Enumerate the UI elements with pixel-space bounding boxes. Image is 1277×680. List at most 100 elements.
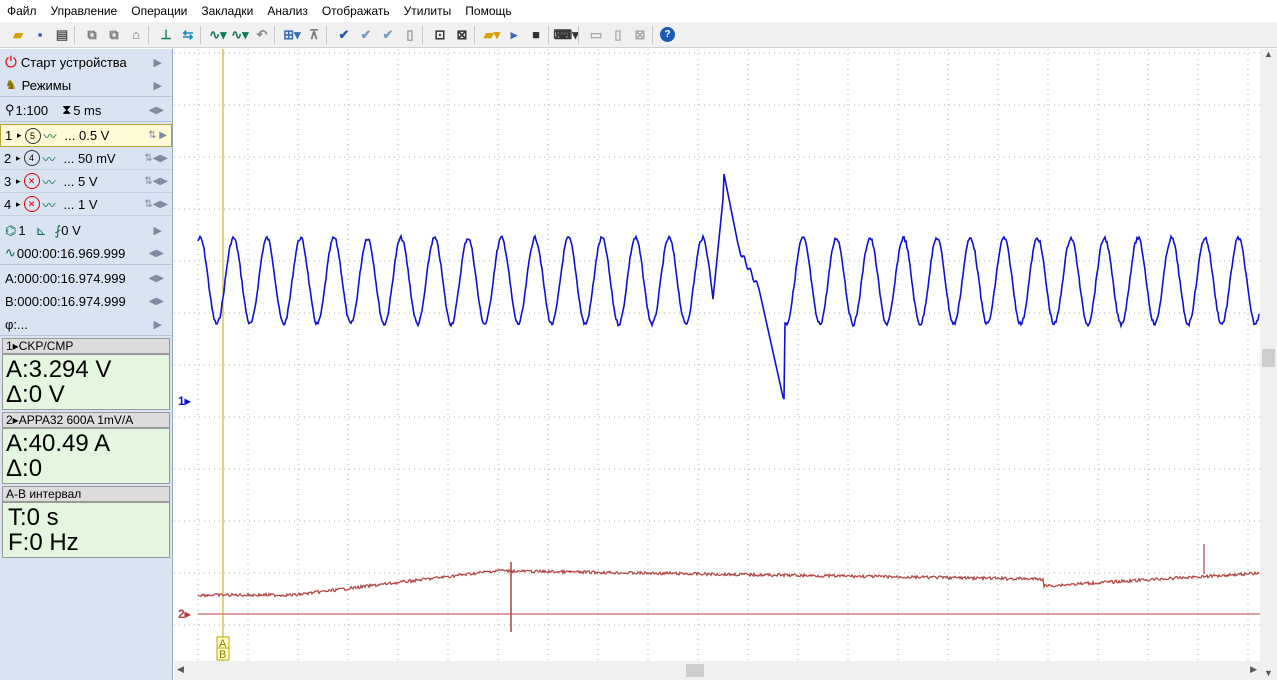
- cursor-a-row[interactable]: A:000:00:16.974.999 ◀▶: [0, 267, 172, 290]
- zoom-timebase-row[interactable]: ⚲ 1:100 ⧗ 5 ms ◀▶: [0, 99, 172, 122]
- measure-icon[interactable]: ⇆: [178, 25, 198, 45]
- left-right-arrows-icon: ◀▶: [148, 247, 164, 259]
- cursor-icon[interactable]: ⊥: [156, 25, 176, 45]
- measurement-panel-ab-interval: A-B интервал T:0 s F:0 Hz: [0, 486, 172, 558]
- phase-row[interactable]: φ:... ▶: [0, 313, 172, 336]
- toolbar-separator: [652, 25, 658, 44]
- scroll-left-icon[interactable]: ◀: [177, 664, 184, 675]
- menu-operations[interactable]: Операции: [124, 4, 194, 18]
- panel-value-delta: Δ:0: [6, 455, 43, 482]
- channel-adjust-icon[interactable]: ⇅◀▶: [144, 153, 168, 164]
- menu-analysis[interactable]: Анализ: [260, 4, 315, 18]
- trigger-level-icon: ⨏: [54, 222, 62, 238]
- channel-adjust-icon[interactable]: ⇅◀▶: [144, 199, 168, 210]
- check-all-icon[interactable]: ✔: [378, 25, 398, 45]
- oscilloscope-plot[interactable]: 1▸ 2▸ A B: [174, 49, 1260, 661]
- channel-off-icon[interactable]: ✕: [23, 173, 40, 189]
- panel-title: 1▸CKP/CMP: [2, 338, 170, 354]
- fit-icon[interactable]: ⊠: [452, 25, 472, 45]
- modes-button[interactable]: ♞ Режимы ▶: [0, 74, 172, 97]
- undo-icon[interactable]: ↶: [252, 25, 272, 45]
- check-down-icon[interactable]: ✔: [356, 25, 376, 45]
- probe-icon[interactable]: 5: [24, 127, 41, 144]
- toolbar-separator: [474, 25, 480, 44]
- paste-icon[interactable]: ⧉: [104, 25, 124, 45]
- print-icon[interactable]: ▤: [52, 25, 72, 45]
- zoom-icon[interactable]: ⊞▾: [282, 25, 302, 45]
- scroll-right-icon[interactable]: ▶: [1250, 664, 1257, 675]
- cursor-b-label: B: [219, 649, 226, 661]
- menu-help[interactable]: Помощь: [458, 4, 518, 18]
- keyboard-icon[interactable]: ⌨▾: [553, 25, 578, 45]
- cursor-b-row[interactable]: B:000:00:16.974.999 ◀▶: [0, 290, 172, 313]
- save-icon[interactable]: ▪: [30, 25, 50, 45]
- horizontal-scroll-thumb[interactable]: [686, 664, 704, 677]
- channel-coupling-icon[interactable]: 〰: [43, 195, 56, 214]
- channel-row-4[interactable]: 4 ▸ ✕ 〰 ... 1 V ⇅◀▶: [0, 193, 172, 216]
- chevron-right-icon: ▶: [153, 225, 162, 237]
- vertical-scrollbar[interactable]: ▲ ▼: [1260, 49, 1277, 680]
- marker-icon[interactable]: ⊼: [304, 25, 324, 45]
- channel-coupling-icon[interactable]: 〰: [44, 126, 57, 145]
- channel-row-1[interactable]: 1 ▸ 5 〰 ... 0.5 V ⇅ ▶: [0, 124, 172, 147]
- panel-values: A:40.49 A Δ:0: [2, 428, 170, 484]
- channel-arrow-icon: ▸: [16, 152, 21, 163]
- scroll-up-icon[interactable]: ▲: [1260, 49, 1277, 59]
- check-icon[interactable]: ✔: [334, 25, 354, 45]
- toolbar-separator: [578, 25, 584, 44]
- menu-view[interactable]: Отображать: [315, 4, 397, 18]
- open-icon[interactable]: ▰: [8, 25, 28, 45]
- toolbar-separator: [148, 25, 154, 44]
- chevron-right-icon: ▶: [153, 318, 162, 331]
- panel-value-frequency: F:0 Hz: [8, 529, 79, 556]
- toolbar-separator: [326, 25, 332, 44]
- waveform-icon[interactable]: ∿▾: [208, 25, 228, 45]
- vertical-scroll-thumb[interactable]: [1262, 349, 1275, 367]
- toolbar: ▰ ▪ ▤ ⧉ ⧉ ⌂ ⊥ ⇆ ∿▾ ∿▾ ↶ ⊞▾ ⊼ ✔ ✔ ✔ ▯ ⊡ ⊠…: [0, 22, 1277, 48]
- channel-adjust-icon[interactable]: ⇅ ▶: [148, 130, 167, 141]
- trigger-time-row[interactable]: ∿ 000:00:16.969.999 ◀▶: [0, 242, 172, 265]
- channel-number: 3: [4, 173, 12, 189]
- play-step-icon[interactable]: ▸: [504, 25, 524, 45]
- menu-control[interactable]: Управление: [44, 4, 125, 18]
- channel-coupling-icon[interactable]: 〰: [43, 172, 56, 191]
- panel-value-delta: Δ:0 V: [6, 381, 65, 408]
- sidebar: ⏻ Старт устройства ▶ ♞ Режимы ▶ ⚲ 1:100 …: [0, 49, 173, 680]
- menu-utilities[interactable]: Утилиты: [397, 4, 459, 18]
- scope-canvas[interactable]: 1▸2▸AB: [174, 49, 1260, 661]
- channel-scale: ... 5 V: [63, 173, 98, 189]
- modes-icon: ♞: [5, 77, 17, 92]
- trigger-row[interactable]: ⌬ 1 ⊾ ⨏ 0 V ▶: [0, 219, 172, 242]
- document-icon[interactable]: ▯: [400, 25, 420, 45]
- channel-arrow-icon: ▸: [16, 198, 21, 209]
- channel-number: 2: [4, 150, 12, 166]
- panel-values: A:3.294 V Δ:0 V: [2, 354, 170, 410]
- stop-step-icon[interactable]: ■: [526, 25, 546, 45]
- start-device-button[interactable]: ⏻ Старт устройства ▶: [0, 51, 172, 74]
- grid-icon[interactable]: ⊡: [430, 25, 450, 45]
- menu-bookmarks[interactable]: Закладки: [194, 4, 260, 18]
- channel-number: 1: [5, 128, 13, 143]
- power-icon: ⏻: [5, 54, 17, 71]
- probe-icon[interactable]: 4: [23, 150, 40, 166]
- folder-arrow-icon[interactable]: ▰▾: [482, 25, 502, 45]
- help-icon[interactable]: ?: [660, 27, 675, 42]
- page-icon[interactable]: ▯: [608, 25, 628, 45]
- waveform-filter-icon[interactable]: ∿▾: [230, 25, 250, 45]
- scroll-down-icon[interactable]: ▼: [1264, 668, 1273, 678]
- channel-row-3[interactable]: 3 ▸ ✕ 〰 ... 5 V ⇅◀▶: [0, 170, 172, 193]
- chevron-right-icon: ▶: [153, 57, 162, 69]
- panel-value-time: T:0 s: [8, 504, 59, 531]
- channel-scale: ... 50 mV: [63, 150, 116, 166]
- edit-icon[interactable]: ⌂: [126, 25, 146, 45]
- close-doc-icon[interactable]: ⊠: [630, 25, 650, 45]
- channel-coupling-icon[interactable]: 〰: [43, 149, 56, 168]
- horizontal-scrollbar[interactable]: ◀ ▶: [174, 661, 1260, 680]
- copy-icon[interactable]: ⧉: [82, 25, 102, 45]
- channel-row-2[interactable]: 2 ▸ 4 〰 ... 50 mV ⇅◀▶: [0, 147, 172, 170]
- channel-off-icon[interactable]: ✕: [23, 196, 40, 212]
- channel-adjust-icon[interactable]: ⇅◀▶: [144, 176, 168, 187]
- menu-file[interactable]: Файл: [0, 4, 44, 18]
- image-icon[interactable]: ▭: [586, 25, 606, 45]
- cursor-b-time: B:000:00:16.974.999: [5, 294, 126, 309]
